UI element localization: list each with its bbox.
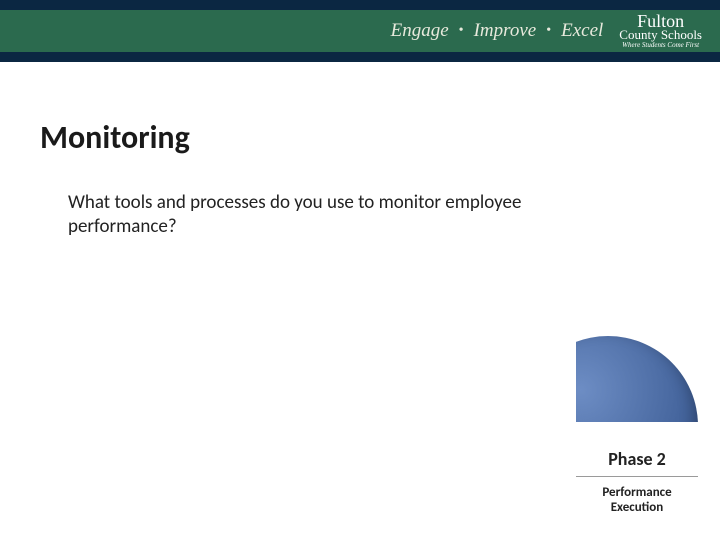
slide-body-text: What tools and processes do you use to m… — [40, 191, 620, 239]
tagline-word-3: Excel — [561, 20, 603, 42]
phase-sublabel-line-1: Performance — [602, 485, 671, 500]
phase-sublabel-line-2: Execution — [611, 500, 664, 515]
phase-box: Phase 2 Performance Execution — [576, 448, 698, 516]
slide-content: Monitoring What tools and processes do y… — [0, 62, 720, 239]
logo-subtext: Where Students Come First — [622, 42, 699, 49]
logo: Fulton County Schools Where Students Com… — [619, 13, 702, 50]
tagline-word-1: Engage — [391, 20, 449, 42]
slide-title: Monitoring — [40, 118, 680, 157]
header-band: Engage • Improve • Excel Fulton County S… — [0, 0, 720, 62]
separator-dot: • — [546, 23, 551, 39]
phase-sublabel: Performance Execution — [576, 485, 698, 516]
logo-line-2: County Schools — [619, 29, 702, 41]
phase-label: Phase 2 — [576, 448, 698, 477]
tagline: Engage • Improve • Excel — [391, 20, 604, 42]
quarter-circle-graphic — [576, 336, 698, 422]
separator-dot: • — [459, 23, 464, 39]
tagline-word-2: Improve — [474, 20, 537, 42]
